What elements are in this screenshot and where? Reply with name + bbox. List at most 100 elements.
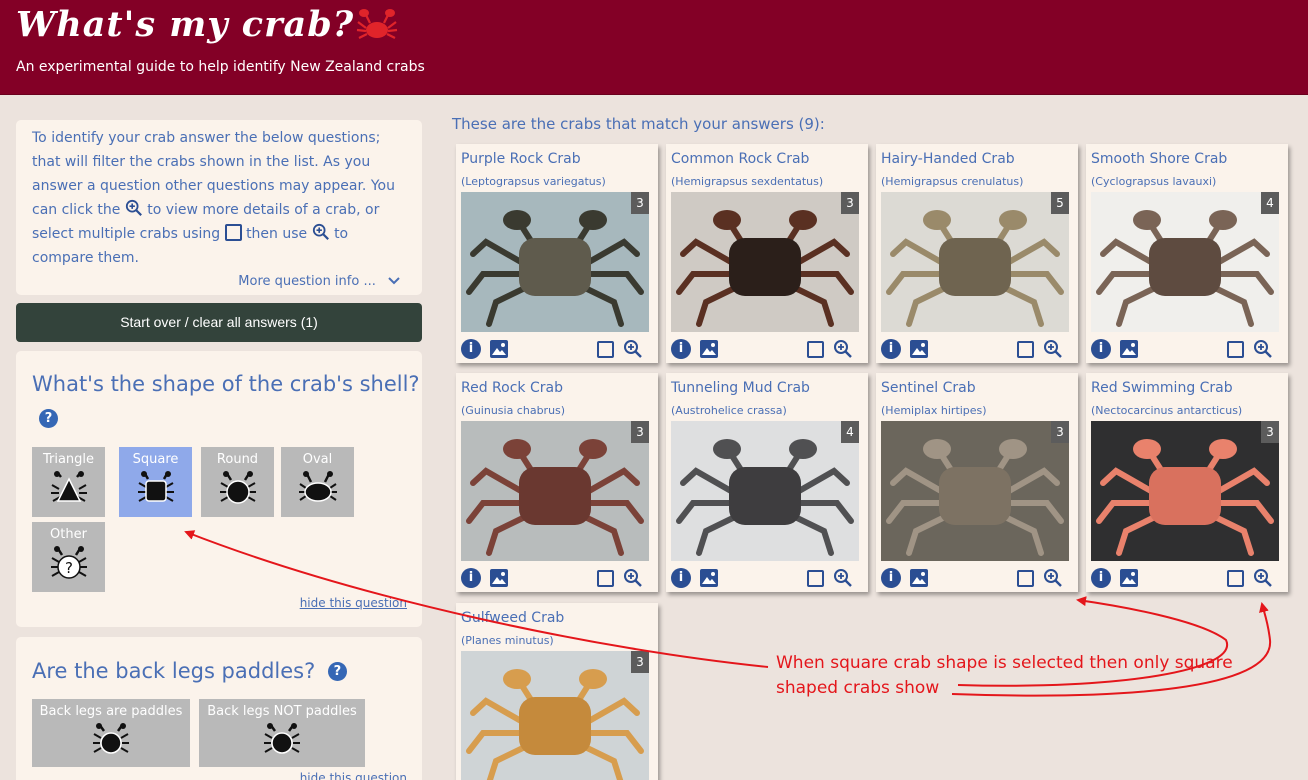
crab-logo-icon [356, 9, 398, 39]
site-header: What's my crab? An experimental guide to… [0, 0, 1308, 95]
annotation-line-1: When square crab shape is selected then … [776, 653, 1233, 673]
zoom-in-icon[interactable] [1253, 568, 1273, 588]
help-icon[interactable]: ? [327, 662, 347, 681]
image-gallery-icon[interactable] [1120, 569, 1138, 587]
square-crab-icon [137, 471, 174, 502]
crab-card[interactable]: Tunneling Mud Crab (Austrohelice crassa) 4… [666, 373, 868, 592]
crab-scientific-name: (Leptograpsus variegatus) [461, 175, 606, 188]
zoom-in-icon[interactable] [1043, 339, 1063, 359]
zoom-in-icon[interactable] [623, 568, 643, 588]
hide-question-link[interactable]: hide this question [300, 596, 407, 610]
option-square[interactable]: Square [119, 447, 192, 517]
question-title: Are the back legs paddles? ? [32, 659, 347, 683]
image-gallery-icon[interactable] [910, 340, 928, 358]
crab-name[interactable]: Hairy-Handed Crab [881, 151, 1015, 167]
option-triangle[interactable]: Triangle [32, 447, 105, 517]
question-title: What's the shape of the crab's shell? [32, 372, 420, 396]
option-label: Back legs are paddles [39, 704, 183, 719]
crab-card[interactable]: Hairy-Handed Crab (Hemigrapsus crenulatus… [876, 144, 1078, 363]
image-gallery-icon[interactable] [700, 569, 718, 587]
image-gallery-icon[interactable] [1120, 340, 1138, 358]
other-crab-icon: ? [50, 546, 87, 579]
crab-name[interactable]: Common Rock Crab [671, 151, 809, 167]
info-icon[interactable]: i [881, 568, 901, 588]
walking-crab-icon [264, 723, 300, 754]
compare-checkbox[interactable] [597, 570, 614, 587]
crab-photo[interactable]: 3 [461, 651, 649, 780]
option-round[interactable]: Round [201, 447, 274, 517]
photo-count-badge: 3 [1261, 421, 1279, 443]
compare-checkbox[interactable] [1017, 570, 1034, 587]
option-back-legs-paddles[interactable]: Back legs are paddles [32, 699, 190, 767]
info-icon[interactable]: i [1091, 339, 1111, 359]
photo-count-badge: 4 [1261, 192, 1279, 214]
crab-name[interactable]: Sentinel Crab [881, 380, 976, 396]
help-icon[interactable]: ? [39, 409, 58, 428]
crab-card[interactable]: Purple Rock Crab (Leptograpsus variegatus… [456, 144, 658, 363]
info-icon[interactable]: i [671, 339, 691, 359]
image-gallery-icon[interactable] [910, 569, 928, 587]
paddle-crab-icon [93, 723, 129, 754]
zoom-in-icon[interactable] [833, 568, 853, 588]
zoom-in-icon[interactable] [833, 339, 853, 359]
crab-name[interactable]: Red Swimming Crab [1091, 380, 1233, 396]
crab-photo[interactable]: 5 [881, 192, 1069, 332]
start-over-button[interactable]: Start over / clear all answers (1) [16, 303, 422, 342]
site-title[interactable]: What's my crab? [16, 4, 354, 45]
crab-name[interactable]: Gulfweed Crab [461, 610, 564, 626]
crab-card-actions: i [671, 337, 859, 361]
crab-photo[interactable]: 3 [881, 421, 1069, 561]
crab-photo[interactable]: 3 [461, 192, 649, 332]
crab-name[interactable]: Tunneling Mud Crab [671, 380, 810, 396]
intro-panel: To identify your crab answer the below q… [16, 120, 422, 295]
crab-scientific-name: (Hemiplax hirtipes) [881, 404, 987, 417]
crab-photo[interactable]: 4 [1091, 192, 1279, 332]
crab-name[interactable]: Red Rock Crab [461, 380, 563, 396]
zoom-in-icon[interactable] [623, 339, 643, 359]
option-back-legs-not-paddles[interactable]: Back legs NOT paddles [199, 699, 365, 767]
crab-card[interactable]: Red Swimming Crab (Nectocarcinus antarcti… [1086, 373, 1288, 592]
info-icon[interactable]: i [461, 568, 481, 588]
crab-card[interactable]: Gulfweed Crab (Planes minutus) 3 [456, 603, 658, 780]
crab-name[interactable]: Purple Rock Crab [461, 151, 581, 167]
compare-checkbox[interactable] [1017, 341, 1034, 358]
option-label: Round [216, 452, 259, 467]
crab-card-actions: i [671, 566, 859, 590]
compare-checkbox[interactable] [597, 341, 614, 358]
annotation-callout: When square crab shape is selected then … [776, 651, 1233, 701]
info-icon[interactable]: i [461, 339, 481, 359]
zoom-in-icon[interactable] [1253, 339, 1273, 359]
annotation-line-2: shaped crabs show [776, 678, 940, 698]
crab-scientific-name: (Planes minutus) [461, 634, 554, 647]
crab-scientific-name: (Guinusia chabrus) [461, 404, 566, 417]
crab-card-actions: i [881, 566, 1069, 590]
hide-question-link[interactable]: hide this question [300, 771, 407, 780]
info-icon[interactable]: i [1091, 568, 1111, 588]
option-oval[interactable]: Oval [281, 447, 354, 517]
zoom-in-icon[interactable] [1043, 568, 1063, 588]
info-icon[interactable]: i [671, 568, 691, 588]
crab-card[interactable]: Common Rock Crab (Hemigrapsus sexdentatus… [666, 144, 868, 363]
crab-card[interactable]: Red Rock Crab (Guinusia chabrus) 3 i [456, 373, 658, 592]
compare-checkbox[interactable] [807, 341, 824, 358]
crab-card[interactable]: Sentinel Crab (Hemiplax hirtipes) 3 i [876, 373, 1078, 592]
compare-checkbox[interactable] [1227, 570, 1244, 587]
svg-text:?: ? [65, 559, 73, 577]
option-other[interactable]: Other ? [32, 522, 105, 592]
photo-count-badge: 3 [1051, 421, 1069, 443]
more-question-info-link[interactable]: More question info ... [238, 274, 400, 289]
crab-card[interactable]: Smooth Shore Crab (Cyclograpsus lavauxi) 4… [1086, 144, 1288, 363]
compare-checkbox[interactable] [807, 570, 824, 587]
crab-photo[interactable]: 3 [461, 421, 649, 561]
compare-checkbox[interactable] [1227, 341, 1244, 358]
info-icon[interactable]: i [881, 339, 901, 359]
crab-name[interactable]: Smooth Shore Crab [1091, 151, 1227, 167]
crab-photo[interactable]: 3 [1091, 421, 1279, 561]
crab-photo[interactable]: 4 [671, 421, 859, 561]
image-gallery-icon[interactable] [700, 340, 718, 358]
image-gallery-icon[interactable] [490, 569, 508, 587]
image-gallery-icon[interactable] [490, 340, 508, 358]
crab-photo[interactable]: 3 [671, 192, 859, 332]
intro-text-part3: then use [246, 226, 308, 242]
photo-count-badge: 3 [841, 192, 859, 214]
